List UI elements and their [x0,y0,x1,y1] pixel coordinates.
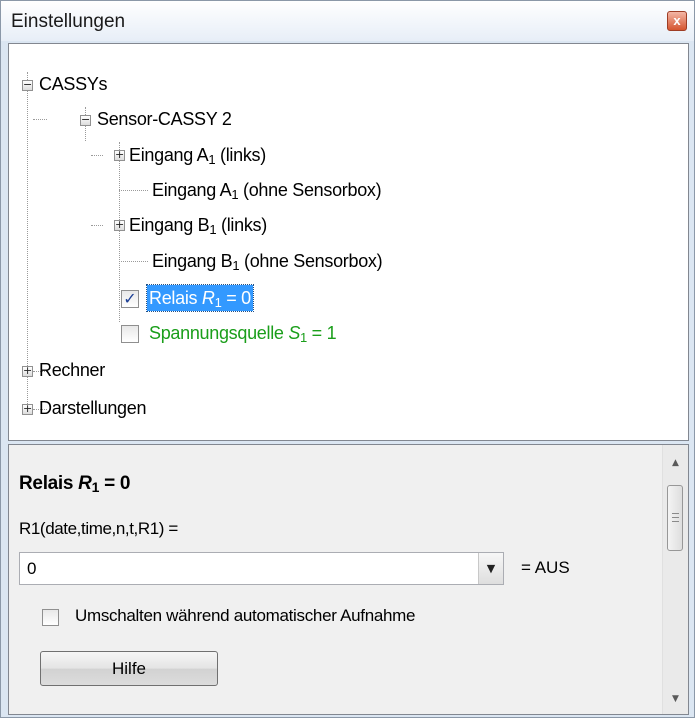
expand-icon[interactable]: + [114,218,125,231]
plus-icon: + [115,148,125,161]
tree-item-label: Darstellungen [39,398,147,418]
arrow-down-icon: ▼ [672,694,679,704]
properties-title: Relais R1 = 0 [19,473,131,495]
tree-item-label: Eingang A1 (ohne Sensorbox) [152,180,382,202]
grip-line [672,521,679,522]
tree-line [91,225,103,226]
tree-item-label: Eingang A1 (links) [129,145,266,167]
scroll-up-button[interactable]: ▲ [663,451,688,475]
dropdown-button[interactable]: ▼ [478,553,503,584]
formula-result: = AUS [521,558,570,577]
expand-icon[interactable]: + [22,364,33,377]
minus-icon: − [23,78,33,91]
expand-icon[interactable]: + [22,402,33,415]
close-icon: x [673,13,681,28]
formula-combobox[interactable]: 0 ▼ [19,552,504,585]
properties-panel: Relais R1 = 0 R1(date,time,n,t,R1) = 0 ▼… [8,444,689,715]
help-button[interactable]: Hilfe [40,651,218,686]
close-button[interactable]: x [667,11,687,31]
properties-scrollbar[interactable]: ▲ ▼ [662,445,688,714]
tree-item-label: Eingang B1 (links) [129,215,267,237]
formula-label: R1(date,time,n,t,R1) = [19,519,178,538]
chevron-down-icon: ▼ [486,562,496,575]
auto-toggle-checkbox[interactable] [42,609,59,626]
tree-line [119,190,148,191]
title-bar: Einstellungen x [1,1,694,41]
check-icon: ✓ [123,289,137,308]
auto-toggle-label[interactable]: Umschalten während automatischer Aufnahm… [75,606,415,626]
tree-line [91,155,103,156]
settings-window: Einstellungen x − CASSYs − Sensor-CASSY … [0,0,695,718]
tree-item-label: Rechner [39,360,105,380]
spannungsquelle-checkbox[interactable] [121,325,139,343]
plus-icon: + [23,402,33,415]
plus-icon: + [115,218,125,231]
relais-checkbox[interactable]: ✓ [121,290,139,308]
window-title: Einstellungen [11,11,126,32]
tree-item-label: Relais R1 = 0 [146,284,254,312]
tree-line [27,72,28,412]
arrow-up-icon: ▲ [672,458,679,468]
scroll-down-button[interactable]: ▼ [663,687,688,711]
formula-input[interactable]: 0 [27,559,36,579]
tree-item-label: Eingang B1 (ohne Sensorbox) [152,251,383,273]
collapse-icon[interactable]: − [22,78,33,91]
tree-item-label: Spannungsquelle S1 = 1 [149,323,337,345]
tree-item-label: Sensor-CASSY 2 [97,109,232,129]
minus-icon: − [81,113,91,126]
tree-line [33,119,47,120]
plus-icon: + [23,364,33,377]
tree-line [119,142,120,322]
settings-tree[interactable]: − CASSYs − Sensor-CASSY 2 + Eingang A1 (… [8,43,689,441]
grip-line [672,513,679,514]
expand-icon[interactable]: + [114,148,125,161]
tree-line [119,261,148,262]
scroll-thumb[interactable] [667,485,683,551]
collapse-icon[interactable]: − [80,113,91,126]
grip-line [672,517,679,518]
tree-item-label: CASSYs [39,74,108,94]
